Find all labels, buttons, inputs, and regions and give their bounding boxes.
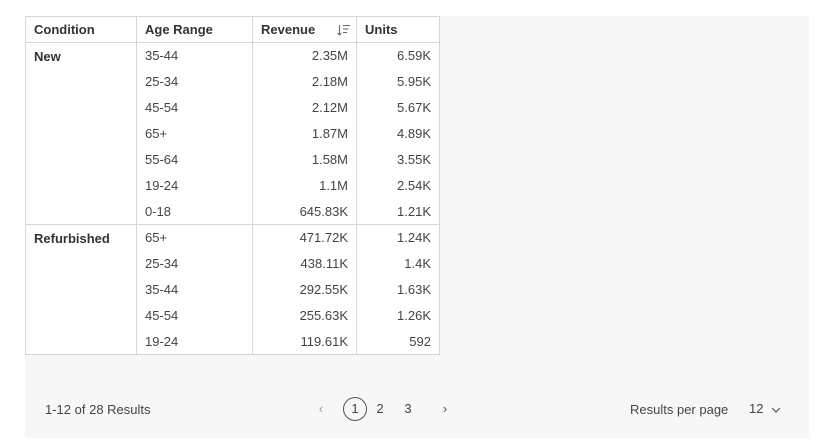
units-cell: 6.59K — [356, 42, 440, 69]
units-cell: 1.63K — [356, 276, 440, 303]
revenue-cell: 471.72K — [252, 224, 357, 251]
age-cell: 25-34 — [136, 250, 253, 277]
condition-cell: Refurbished — [25, 224, 137, 355]
chevron-left-icon[interactable]: ‹ — [312, 397, 330, 421]
units-cell: 4.89K — [356, 120, 440, 147]
revenue-cell: 119.61K — [252, 328, 357, 355]
age-cell: 45-54 — [136, 94, 253, 121]
age-cell: 55-64 — [136, 146, 253, 173]
revenue-cell: 1.1M — [252, 172, 357, 199]
units-cell: 5.67K — [356, 94, 440, 121]
revenue-cell: 438.11K — [252, 250, 357, 277]
results-per-page-label: Results per page — [630, 402, 729, 417]
revenue-cell: 1.87M — [252, 120, 357, 147]
results-count: 1-12 of 28 Results — [45, 402, 151, 417]
results-per-page-value: 12 — [749, 401, 764, 416]
age-cell: 35-44 — [136, 276, 253, 303]
revenue-cell: 645.83K — [252, 198, 357, 225]
table-row: New 35-44 2.35M 6.59K — [25, 42, 440, 225]
page-1-button[interactable]: 1 — [343, 397, 367, 421]
chevron-down-icon — [771, 407, 781, 413]
revenue-cell: 292.55K — [252, 276, 357, 303]
results-per-page-select[interactable]: 12 — [749, 401, 781, 416]
revenue-cell: 2.12M — [252, 94, 357, 121]
units-cell: 1.26K — [356, 302, 440, 329]
age-cell: 19-24 — [136, 172, 253, 199]
sort-descending-icon[interactable] — [337, 24, 350, 36]
header-condition[interactable]: Condition — [25, 16, 137, 43]
revenue-cell: 2.35M — [252, 42, 357, 69]
units-cell: 5.95K — [356, 68, 440, 95]
units-cell: 1.24K — [356, 224, 440, 251]
age-cell: 25-34 — [136, 68, 253, 95]
age-cell: 35-44 — [136, 42, 253, 69]
page-2-button[interactable]: 2 — [372, 397, 388, 421]
age-cell: 65+ — [136, 120, 253, 147]
page-3-button[interactable]: 3 — [400, 397, 416, 421]
revenue-cell: 1.58M — [252, 146, 357, 173]
age-cell: 65+ — [136, 224, 253, 251]
age-cell: 0-18 — [136, 198, 253, 225]
header-units[interactable]: Units — [356, 16, 440, 43]
revenue-cell: 255.63K — [252, 302, 357, 329]
pivot-table: Condition Age Range Revenue Units New 35-… — [25, 16, 440, 355]
header-age-range[interactable]: Age Range — [136, 16, 253, 43]
chevron-right-icon[interactable]: › — [436, 397, 454, 421]
header-revenue-label: Revenue — [261, 22, 316, 37]
table-row: Refurbished 65+ 471.72K 1.24K — [25, 224, 440, 355]
age-cell: 45-54 — [136, 302, 253, 329]
units-cell: 3.55K — [356, 146, 440, 173]
units-cell: 1.4K — [356, 250, 440, 277]
age-cell: 19-24 — [136, 328, 253, 355]
revenue-cell: 2.18M — [252, 68, 357, 95]
header-revenue[interactable]: Revenue — [252, 16, 357, 43]
units-cell: 592 — [356, 328, 440, 355]
condition-cell: New — [25, 42, 137, 225]
units-cell: 1.21K — [356, 198, 440, 225]
units-cell: 2.54K — [356, 172, 440, 199]
